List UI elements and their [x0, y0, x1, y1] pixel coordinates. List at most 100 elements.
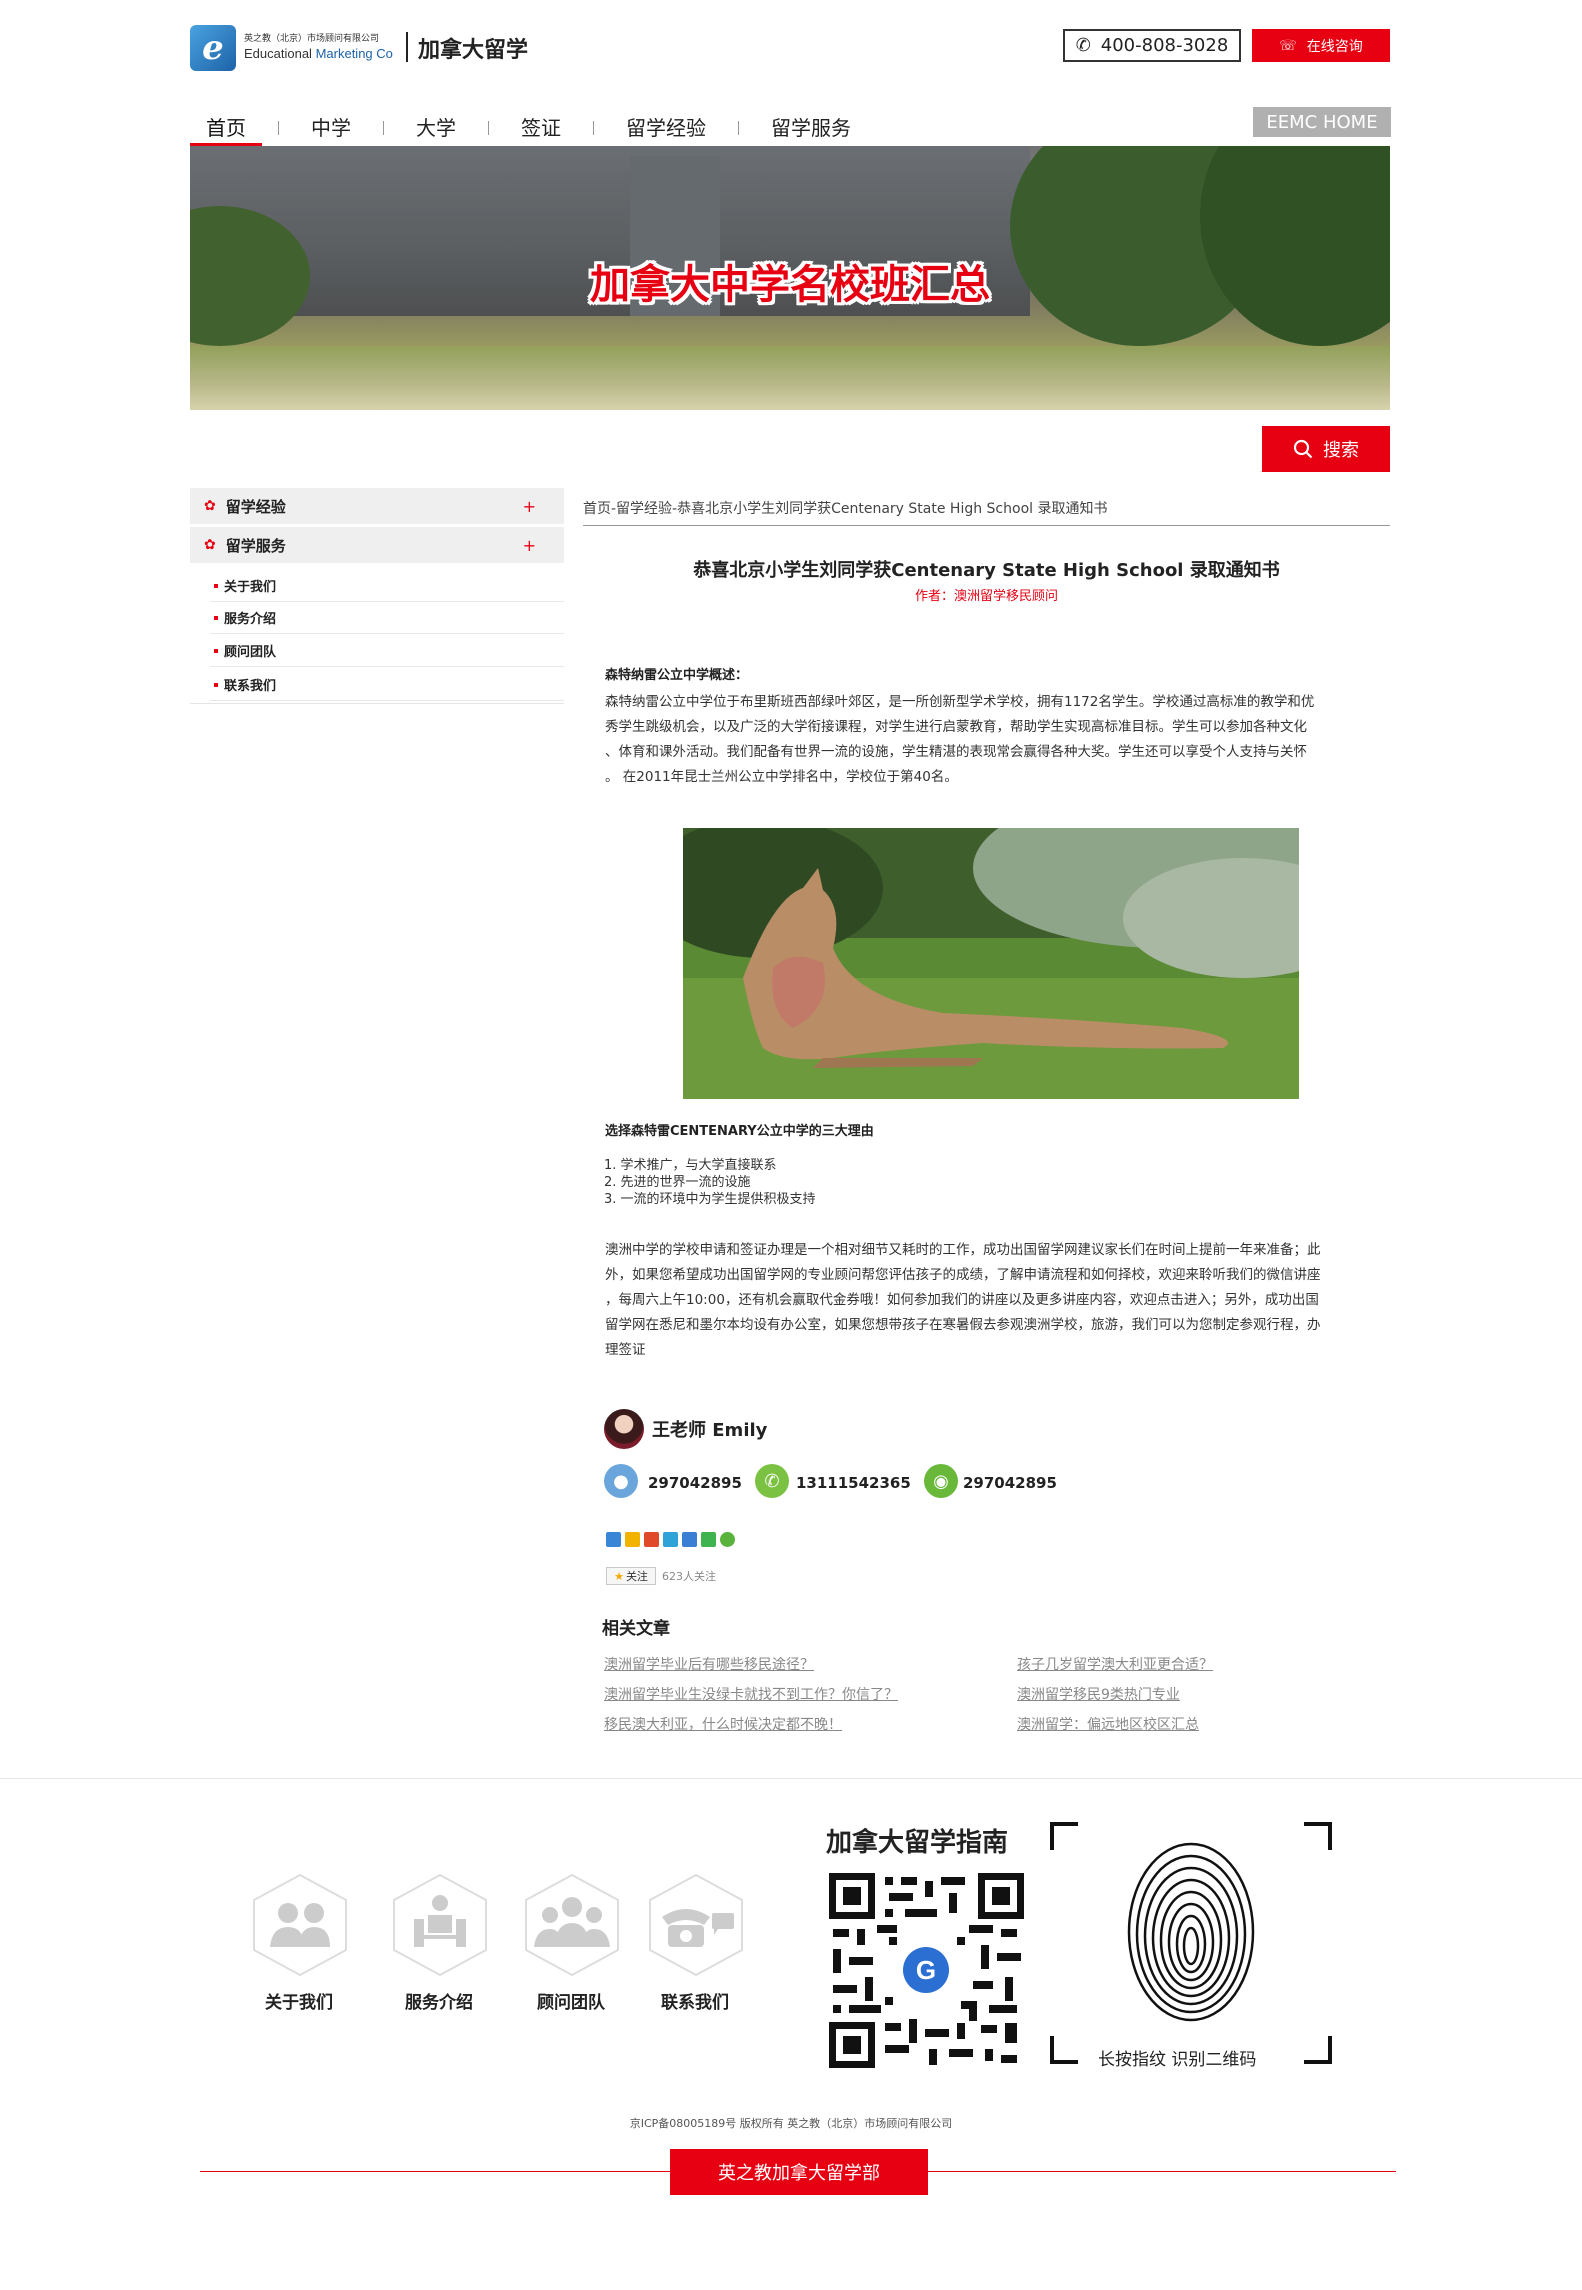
- footer-link-services[interactable]: 服务介绍: [405, 1988, 473, 2013]
- nav-study-experience[interactable]: 留学经验: [610, 112, 722, 146]
- footer-divider: [0, 1778, 1582, 1779]
- footer-link-contact[interactable]: 联系我们: [661, 1988, 729, 2013]
- about-us-icon[interactable]: [252, 1873, 348, 1977]
- banner-tree: [1200, 146, 1390, 346]
- maple-leaf-icon: ✿: [204, 498, 216, 514]
- article-author: 作者：澳洲留学移民顾问: [914, 589, 1058, 604]
- guide-title: 加拿大留学指南: [826, 1828, 1009, 1858]
- section-heading-reasons: 选择森特雷CENTENARY公立中学的三大理由: [605, 1124, 874, 1139]
- company-logo[interactable]: e 英之教（北京）市场顾问有限公司 Educational Marketing …: [190, 24, 400, 72]
- fingerprint-icon: [1050, 1822, 1332, 2064]
- whatsapp-number: 13111542365: [796, 1474, 911, 1492]
- share-wechat-icon[interactable]: [701, 1532, 716, 1547]
- sidebar-category-services[interactable]: ✿ 留学服务 +: [190, 527, 564, 563]
- related-link[interactable]: 移民澳大利亚，什么时候决定都不晚！: [604, 1714, 842, 1734]
- nav-study-services[interactable]: 留学服务: [755, 112, 867, 146]
- service-intro-icon[interactable]: [392, 1873, 488, 1977]
- sidebar-category-label: 留学服务: [225, 536, 286, 555]
- nav-separator: [488, 121, 489, 135]
- icp-copyright: 京ICP备08005189号 版权所有 英之教（北京）市场顾问有限公司: [629, 2117, 953, 2130]
- qq-number: 297042895: [648, 1474, 742, 1492]
- banner-lawn: [190, 346, 1390, 410]
- consultant-name: 王老师 Emily: [652, 1420, 768, 1441]
- nav-visa[interactable]: 签证: [505, 112, 577, 146]
- footer-link-team[interactable]: 顾问团队: [537, 1988, 605, 2013]
- header-divider: [406, 32, 408, 62]
- qq-icon[interactable]: ●: [604, 1464, 638, 1498]
- expand-plus-icon[interactable]: +: [523, 497, 536, 516]
- main-nav: 首页 中学 大学 签证 留学经验 留学服务: [190, 112, 867, 146]
- logo-english-name: Educational Marketing Co: [244, 45, 393, 61]
- nav-home[interactable]: 首页: [190, 112, 262, 146]
- banner-title: 加拿大中学名校班汇总: [590, 262, 990, 308]
- reason-item: 3. 一流的环境中为学生提供积极支持: [604, 1192, 816, 1207]
- closing-paragraph: 澳洲中学的学校申请和签证办理是一个相对细节又耗时的工作，成功出国留学网建议家长们…: [605, 1242, 1321, 1358]
- related-link[interactable]: 孩子几岁留学澳大利亚更合适？: [1017, 1654, 1213, 1674]
- consult-label: 在线咨询: [1306, 38, 1363, 55]
- overview-paragraph: 森特纳雷公立中学位于布里斯班西部绿叶郊区，是一所创新型学术学校，拥有1172名学…: [605, 694, 1315, 785]
- consultant-avatar: [604, 1409, 644, 1449]
- logo-company-name: 英之教（北京）市场顾问有限公司: [244, 34, 380, 45]
- search-icon: [1293, 439, 1313, 459]
- consultant-team-icon[interactable]: [524, 1873, 620, 1977]
- related-link[interactable]: 澳洲留学移民9类热门专业: [1017, 1684, 1180, 1704]
- sidebar-item-about[interactable]: 关于我们: [210, 570, 564, 602]
- search-button[interactable]: 搜索: [1262, 426, 1390, 472]
- related-articles-title: 相关文章: [602, 1619, 670, 1639]
- related-link[interactable]: 澳洲留学：偏远地区校区汇总: [1017, 1714, 1199, 1734]
- follow-count: 623人关注: [662, 1570, 716, 1583]
- qr-caption: 长按指纹 识别二维码: [1098, 2050, 1257, 2070]
- sidebar-divider: [190, 703, 564, 704]
- sidebar-item-team[interactable]: 顾问团队: [210, 635, 564, 667]
- wechat-icon[interactable]: ◉: [924, 1464, 958, 1498]
- sidebar-item-contact[interactable]: 联系我们: [210, 669, 564, 701]
- headset-icon: ☏: [1279, 37, 1297, 54]
- nav-separator: [593, 121, 594, 135]
- qr-code-icon[interactable]: G: [829, 1873, 1024, 2068]
- share-tencent-icon[interactable]: [663, 1532, 678, 1547]
- contact-us-icon[interactable]: [648, 1873, 744, 1977]
- share-clover-icon[interactable]: [720, 1532, 735, 1547]
- online-consult-button[interactable]: ☏ 在线咨询: [1252, 29, 1390, 62]
- share-renren-icon[interactable]: [682, 1532, 697, 1547]
- share-qzone-icon[interactable]: [625, 1532, 640, 1547]
- kangaroo-image: [683, 828, 1299, 1099]
- whatsapp-icon[interactable]: ✆: [755, 1464, 789, 1498]
- hotline-box[interactable]: ✆ 400-808-3028: [1063, 29, 1241, 62]
- search-input[interactable]: [190, 426, 1260, 472]
- footer-department-button[interactable]: 英之教加拿大留学部: [670, 2149, 928, 2195]
- site-name: 加拿大留学: [418, 38, 529, 63]
- sidebar-category-label: 留学经验: [225, 497, 286, 516]
- sidebar-category-experience[interactable]: ✿ 留学经验 +: [190, 488, 564, 524]
- breadcrumb[interactable]: 首页-留学经验-恭喜北京小学生刘同学获Centenary State High …: [583, 498, 1390, 526]
- section-heading-overview: 森特纳雷公立中学概述：: [605, 668, 749, 683]
- nav-separator: [383, 121, 384, 135]
- related-link[interactable]: 澳洲留学毕业生没绿卡就找不到工作？你信了？: [604, 1684, 898, 1704]
- follow-button[interactable]: ★ 关注: [606, 1567, 656, 1585]
- hero-banner[interactable]: 加拿大中学名校班汇总: [190, 146, 1390, 410]
- kangaroo-photo: [683, 828, 1299, 1099]
- nav-high-school[interactable]: 中学: [295, 112, 367, 146]
- hotline-number: 400-808-3028: [1100, 35, 1229, 56]
- footer-link-about[interactable]: 关于我们: [265, 1988, 333, 2013]
- search-bar: [190, 426, 1390, 472]
- maple-leaf-icon: ✿: [204, 537, 216, 553]
- sidebar-item-services[interactable]: 服务介绍: [210, 602, 564, 634]
- expand-plus-icon[interactable]: +: [523, 536, 536, 555]
- search-button-label: 搜索: [1323, 440, 1359, 461]
- related-link[interactable]: 澳洲留学毕业后有哪些移民途径？: [604, 1654, 814, 1674]
- nav-separator: [278, 121, 279, 135]
- nav-separator: [738, 121, 739, 135]
- article-title: 恭喜北京小学生刘同学获Centenary State High School 录…: [693, 560, 1280, 581]
- logo-e-icon: e: [190, 25, 236, 71]
- star-icon: ★: [614, 1569, 624, 1583]
- share-weibo-icon[interactable]: [644, 1532, 659, 1547]
- follow-widget: ★ 关注 623人关注: [606, 1566, 720, 1586]
- share-more-icon[interactable]: [606, 1532, 621, 1547]
- nav-university[interactable]: 大学: [400, 112, 472, 146]
- phone-icon: ✆: [1075, 35, 1091, 56]
- qr-code-graphic: G: [829, 1873, 1024, 2068]
- eemc-home-link[interactable]: EEMC HOME: [1253, 107, 1391, 137]
- svg-text:G: G: [916, 1955, 936, 1985]
- fingerprint-scan-area[interactable]: [1050, 1822, 1332, 2064]
